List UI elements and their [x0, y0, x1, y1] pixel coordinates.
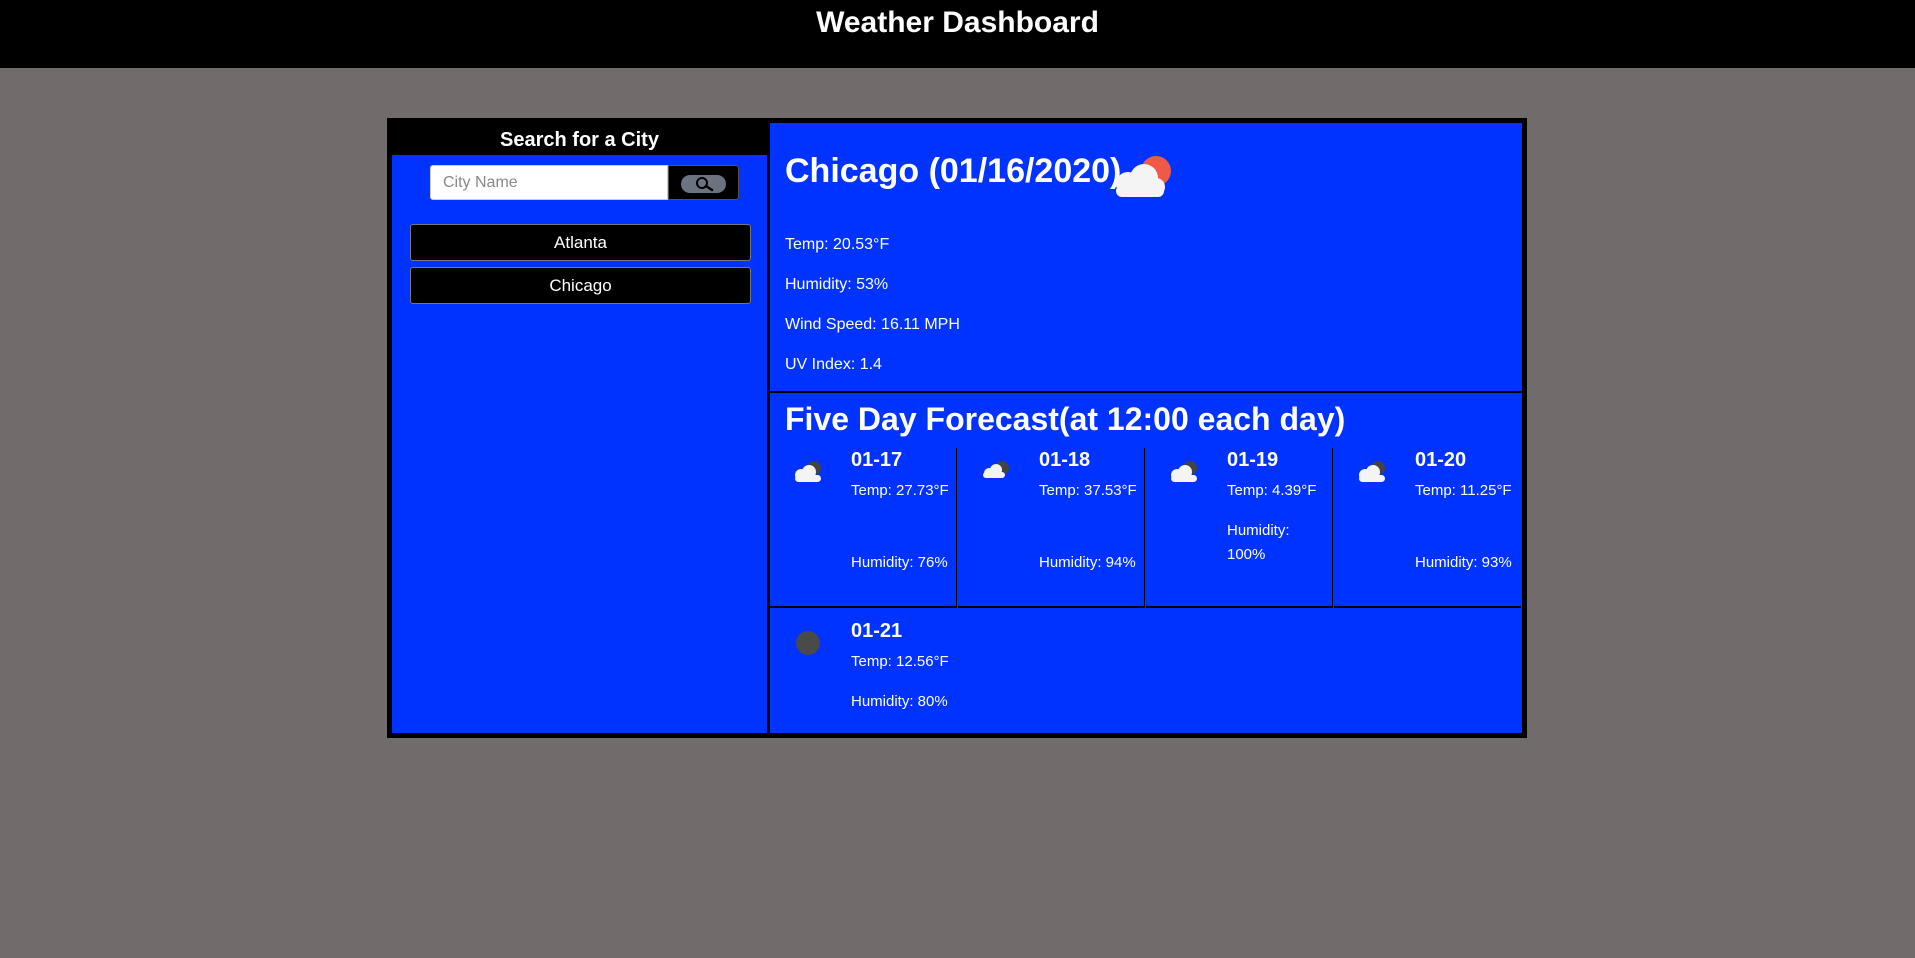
cloudy-night-icon: [795, 461, 821, 482]
page-title: Weather Dashboard: [816, 6, 1099, 39]
forecast-temp: Temp: 11.25°F: [1415, 482, 1512, 499]
forecast-temp: Temp: 27.73°F: [851, 482, 949, 499]
current-city-title: Chicago (01/16/2020): [785, 152, 1122, 190]
forecast-temp: Temp: 4.39°F: [1227, 482, 1317, 499]
forecast-card: 01-20 Temp: 11.25°F Humidity: 93%: [1334, 448, 1521, 608]
top-bar: Weather Dashboard: [0, 0, 1915, 68]
cloudy-night-icon: [1171, 461, 1197, 482]
cloudy-night-icon: [983, 461, 1009, 478]
current-humidity: Humidity: 53%: [785, 276, 889, 293]
history-city-chicago[interactable]: Chicago: [410, 267, 751, 304]
current-temp: Temp: 20.53°F: [785, 236, 890, 253]
search-icon: [696, 177, 714, 192]
forecast-humidity: Humidity: 94%: [1039, 554, 1136, 571]
current-weather-panel: Chicago (01/16/2020) Temp: 20.53°F Humid…: [770, 123, 1522, 391]
current-uv-index: UV Index: 1.4: [785, 356, 882, 373]
history-city-atlanta[interactable]: Atlanta: [410, 224, 751, 261]
forecast-temp: Temp: 37.53°F: [1039, 482, 1137, 499]
current-wind-speed: Wind Speed: 16.11 MPH: [785, 316, 960, 333]
forecast-humidity: Humidity: 100%: [1227, 522, 1290, 563]
forecast-card: 01-18 Temp: 37.53°F Humidity: 94%: [958, 448, 1145, 608]
forecast-humidity: Humidity: 93%: [1415, 554, 1512, 571]
forecast-date: 01-20: [1415, 449, 1467, 471]
partly-cloudy-day-icon: [1116, 156, 1171, 197]
search-button[interactable]: [668, 165, 739, 200]
city-search-input[interactable]: [430, 165, 668, 200]
forecast-title: Five Day Forecast(at 12:00 each day): [785, 401, 1346, 437]
forecast-panel: Five Day Forecast(at 12:00 each day) 01-…: [770, 393, 1522, 733]
forecast-date: 01-21: [851, 620, 903, 642]
forecast-card: 01-19 Temp: 4.39°F Humidity: 100%: [1146, 448, 1333, 608]
search-sidebar: Search for a City Atlanta Chicago: [392, 123, 767, 733]
dashboard-container: Search for a City Atlanta Chicago Chicag…: [387, 118, 1527, 738]
forecast-card: 01-17 Temp: 27.73°F Humidity: 76%: [770, 448, 957, 608]
forecast-date: 01-17: [851, 449, 903, 471]
forecast-card: 01-21 Temp: 12.56°F Humidity: 80%: [770, 609, 1522, 733]
weather-main: Chicago (01/16/2020) Temp: 20.53°F Humid…: [770, 123, 1522, 733]
cloudy-night-icon: [1359, 461, 1385, 482]
clear-night-icon: [796, 631, 820, 655]
forecast-humidity: Humidity: 76%: [851, 554, 948, 571]
forecast-temp: Temp: 12.56°F: [851, 653, 949, 670]
forecast-date: 01-19: [1227, 449, 1279, 471]
forecast-date: 01-18: [1039, 449, 1091, 471]
forecast-humidity: Humidity: 80%: [851, 693, 948, 710]
sidebar-title: Search for a City: [392, 123, 767, 155]
